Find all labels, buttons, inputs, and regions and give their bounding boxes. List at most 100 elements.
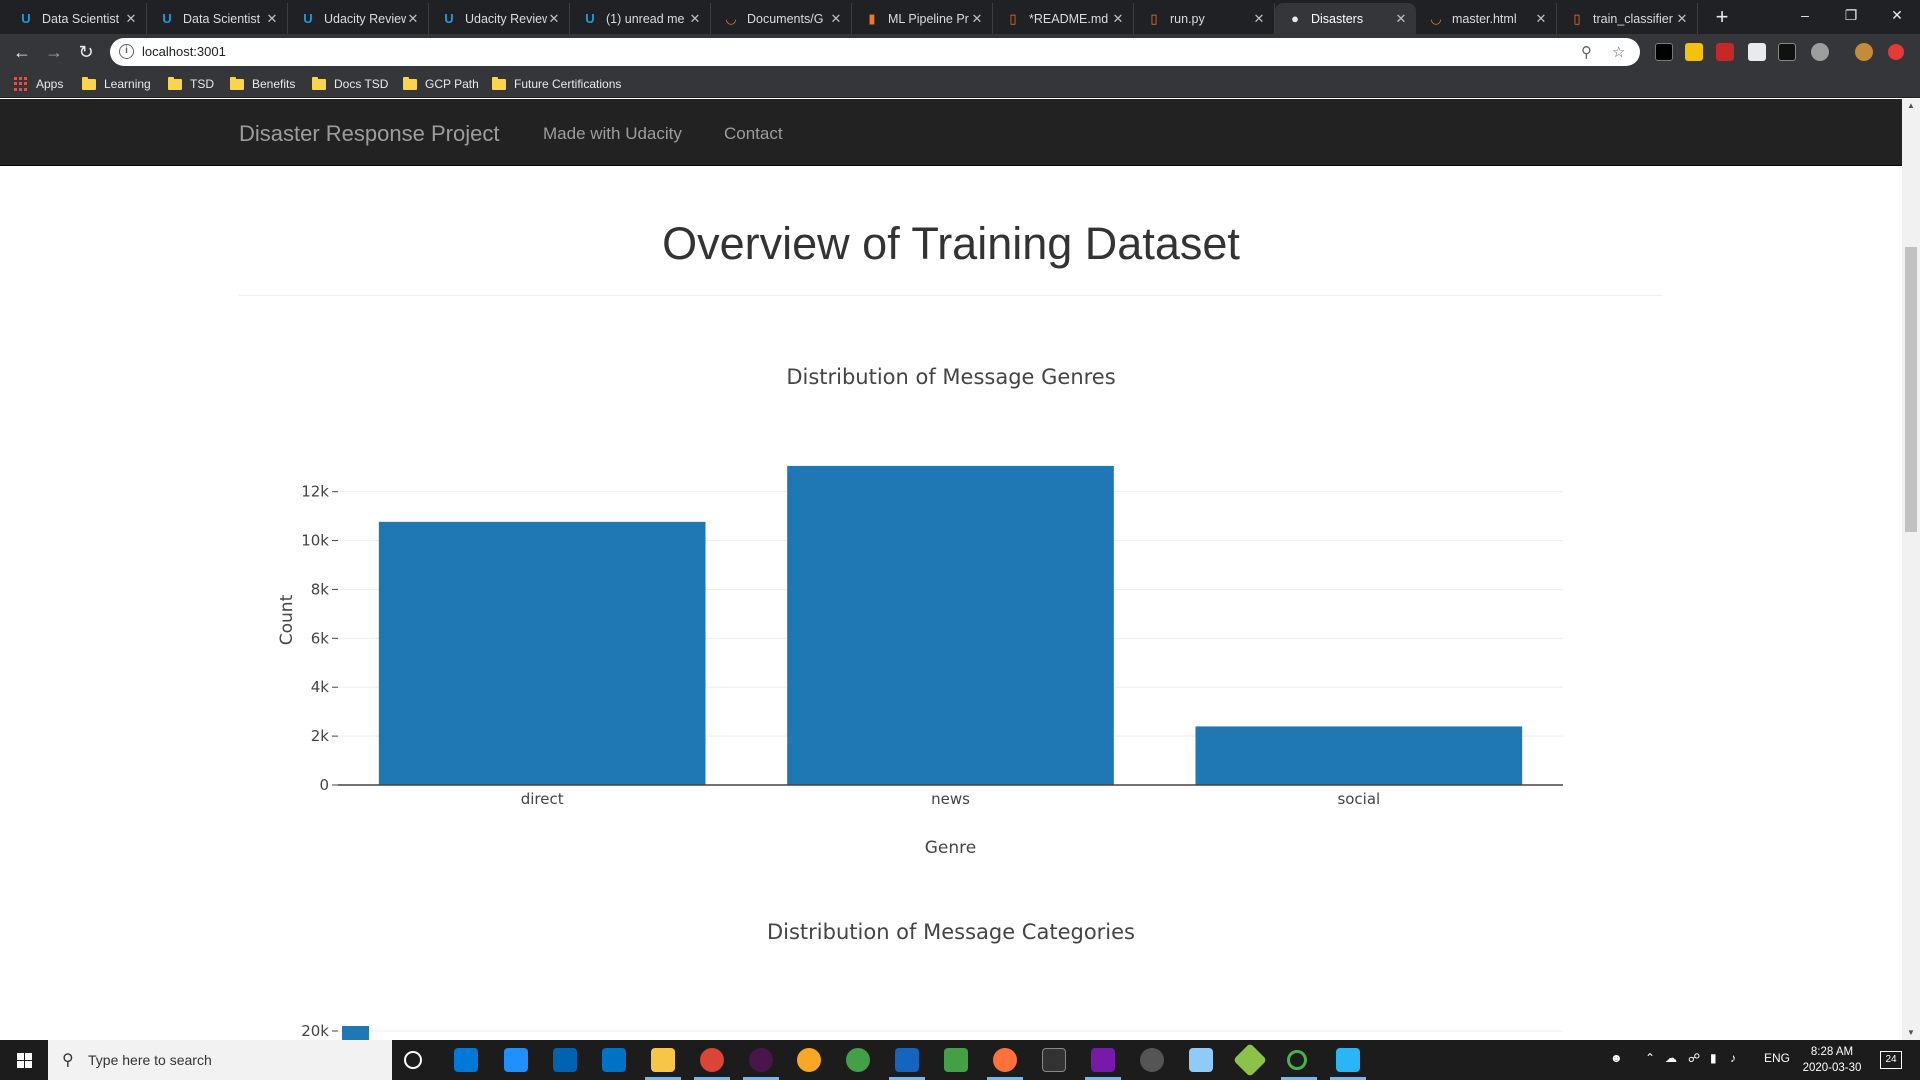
- app-circle-icon[interactable]: [1287, 1050, 1307, 1070]
- browser-tab[interactable]: U Data Scientist ✕: [147, 3, 288, 34]
- minimize-icon[interactable]: –: [1782, 0, 1828, 30]
- browser-tab[interactable]: U Udacity Review ✕: [288, 3, 429, 34]
- browser-tab[interactable]: ▯ run.py ✕: [1134, 3, 1275, 34]
- browser-tab[interactable]: ▯ *README.md ✕: [993, 3, 1134, 34]
- bar-social: [1195, 726, 1523, 785]
- zoom-icon[interactable]: ⚲: [1581, 43, 1592, 61]
- close-tab-icon[interactable]: ✕: [970, 11, 984, 27]
- windows-start-icon[interactable]: [0, 1040, 48, 1080]
- new-tab-button[interactable]: +: [1708, 3, 1736, 31]
- notes-icon[interactable]: [1189, 1048, 1213, 1072]
- page-scrollbar[interactable]: ▲ ▼: [1902, 99, 1920, 1040]
- udacity-icon: U: [585, 11, 595, 26]
- store-icon[interactable]: [553, 1048, 577, 1072]
- close-tab-icon[interactable]: ✕: [1252, 11, 1266, 27]
- address-bar[interactable]: i localhost:3001 ⚲ ☆: [110, 38, 1640, 66]
- close-tab-icon[interactable]: ✕: [547, 11, 561, 27]
- navbar-brand[interactable]: Disaster Response Project: [239, 121, 499, 147]
- site-info-icon[interactable]: i: [119, 44, 134, 59]
- profile-avatar[interactable]: [1855, 43, 1873, 61]
- close-tab-icon[interactable]: ✕: [1534, 11, 1548, 27]
- slack-icon[interactable]: [749, 1048, 773, 1072]
- browser-tab[interactable]: ▮ ML Pipeline Pr ✕: [852, 3, 993, 34]
- close-tab-icon[interactable]: ✕: [688, 11, 702, 27]
- taskbar-search-box[interactable]: ⚲ Type here to search: [48, 1040, 392, 1080]
- extension-icon[interactable]: [1655, 43, 1673, 61]
- photos-icon[interactable]: [1140, 1048, 1164, 1072]
- back-arrow-icon[interactable]: ←: [10, 40, 34, 64]
- close-tab-icon[interactable]: ✕: [1394, 11, 1408, 27]
- bookmark-future-certifications[interactable]: Future Certifications: [492, 75, 621, 93]
- onedrive-icon[interactable]: ☁: [1665, 1051, 1677, 1065]
- category-bar-chart: Distribution of Message Categories 20k: [301, 920, 1563, 1040]
- nav-link-made-with-udacity[interactable]: Made with Udacity: [543, 124, 682, 144]
- firefox-icon[interactable]: [993, 1048, 1017, 1072]
- close-tab-icon[interactable]: ✕: [406, 11, 420, 27]
- browser-tab[interactable]: U (1) unread me ✕: [570, 3, 711, 34]
- git-icon[interactable]: [1233, 1043, 1267, 1077]
- close-window-icon[interactable]: ✕: [1874, 0, 1920, 30]
- battery-icon[interactable]: ▮: [1710, 1051, 1717, 1065]
- file-icon: ▯: [1573, 10, 1581, 26]
- bookmark-docs-tsd[interactable]: Docs TSD: [312, 75, 388, 93]
- scroll-up-arrow-icon[interactable]: ▲: [1902, 99, 1920, 113]
- network-icon[interactable]: ☍: [1688, 1051, 1700, 1065]
- globe-app-icon[interactable]: [846, 1048, 870, 1072]
- sticky-notes-extension-icon[interactable]: [1685, 43, 1703, 61]
- notification-center-icon[interactable]: 24: [1880, 1051, 1902, 1069]
- drive-extension-icon[interactable]: [1811, 43, 1829, 61]
- extension-icon[interactable]: [1778, 43, 1796, 61]
- bookmark-tsd[interactable]: TSD: [168, 75, 214, 93]
- close-tab-icon[interactable]: ✕: [124, 11, 138, 27]
- file-explorer-icon[interactable]: [651, 1048, 675, 1072]
- pdf-extension-icon[interactable]: [1716, 43, 1734, 61]
- scroll-down-arrow-icon[interactable]: ▼: [1902, 1026, 1920, 1040]
- close-tab-icon[interactable]: ✕: [1675, 11, 1689, 27]
- people-icon[interactable]: ☻: [1610, 1051, 1623, 1065]
- browser-tab[interactable]: ● Disasters ✕: [1275, 3, 1416, 34]
- bar-direct: [378, 521, 706, 785]
- powershell-icon[interactable]: [895, 1048, 919, 1072]
- browser-tab[interactable]: ▯ train_classifier ✕: [1557, 3, 1698, 34]
- forward-arrow-icon[interactable]: →: [42, 40, 66, 64]
- onenote-icon[interactable]: [1091, 1048, 1115, 1072]
- spreadsheet-icon[interactable]: [944, 1048, 968, 1072]
- windows-taskbar: ⚲ Type here to search ☻ ⌃ ☁ ☍ ▮ ♪ ENG 8:…: [0, 1040, 1920, 1080]
- browser-tab[interactable]: ◡ Documents/G ✕: [711, 3, 852, 34]
- qr-extension-icon[interactable]: [1748, 43, 1766, 61]
- browser-tab[interactable]: ◡ master.html ✕: [1416, 3, 1557, 34]
- clock-time: 8:28 AM: [1810, 1046, 1854, 1058]
- internet-explorer-icon[interactable]: [504, 1048, 528, 1072]
- edge-icon[interactable]: [454, 1048, 478, 1072]
- nav-link-contact[interactable]: Contact: [724, 124, 783, 144]
- update-icon[interactable]: [1888, 44, 1904, 60]
- volume-icon[interactable]: ♪: [1730, 1051, 1736, 1065]
- app-icon[interactable]: [797, 1048, 821, 1072]
- chevron-up-icon[interactable]: ⌃: [1645, 1051, 1655, 1065]
- bookmark-benefits[interactable]: Benefits: [230, 75, 295, 93]
- cortana-icon[interactable]: [404, 1051, 422, 1069]
- scroll-thumb[interactable]: [1905, 247, 1917, 532]
- chrome-icon[interactable]: [700, 1048, 724, 1072]
- genre-bar-chart: Distribution of Message Genres 0 2k 4k 6k 8k 1…: [277, 365, 1563, 858]
- bookmark-gcp-path[interactable]: GCP Path: [403, 75, 479, 93]
- reload-icon[interactable]: ↻: [74, 40, 98, 64]
- bookmark-label: GCP Path: [425, 77, 479, 91]
- rstudio-icon[interactable]: [1042, 1048, 1066, 1072]
- close-tab-icon[interactable]: ✕: [265, 11, 279, 27]
- system-clock[interactable]: 8:28 AM 2020-03-30: [1800, 1044, 1864, 1076]
- close-tab-icon[interactable]: ✕: [829, 11, 843, 27]
- restore-icon[interactable]: ❐: [1828, 0, 1874, 30]
- browser-tab[interactable]: U Data Scientist ✕: [6, 3, 147, 34]
- browser-tab[interactable]: U Udacity Review ✕: [429, 3, 570, 34]
- y-axis-title: Count: [277, 594, 297, 645]
- url-text[interactable]: localhost:3001: [142, 44, 226, 59]
- y-tick-label: 4k: [311, 678, 330, 696]
- language-indicator[interactable]: ENG: [1764, 1051, 1790, 1065]
- mail-icon[interactable]: [602, 1048, 626, 1072]
- close-tab-icon[interactable]: ✕: [1111, 11, 1125, 27]
- bookmark-learning[interactable]: Learning: [82, 75, 151, 93]
- remote-desktop-icon[interactable]: [1336, 1048, 1360, 1072]
- bookmark-star-icon[interactable]: ☆: [1612, 43, 1625, 61]
- bookmark-apps[interactable]: Apps: [14, 75, 63, 93]
